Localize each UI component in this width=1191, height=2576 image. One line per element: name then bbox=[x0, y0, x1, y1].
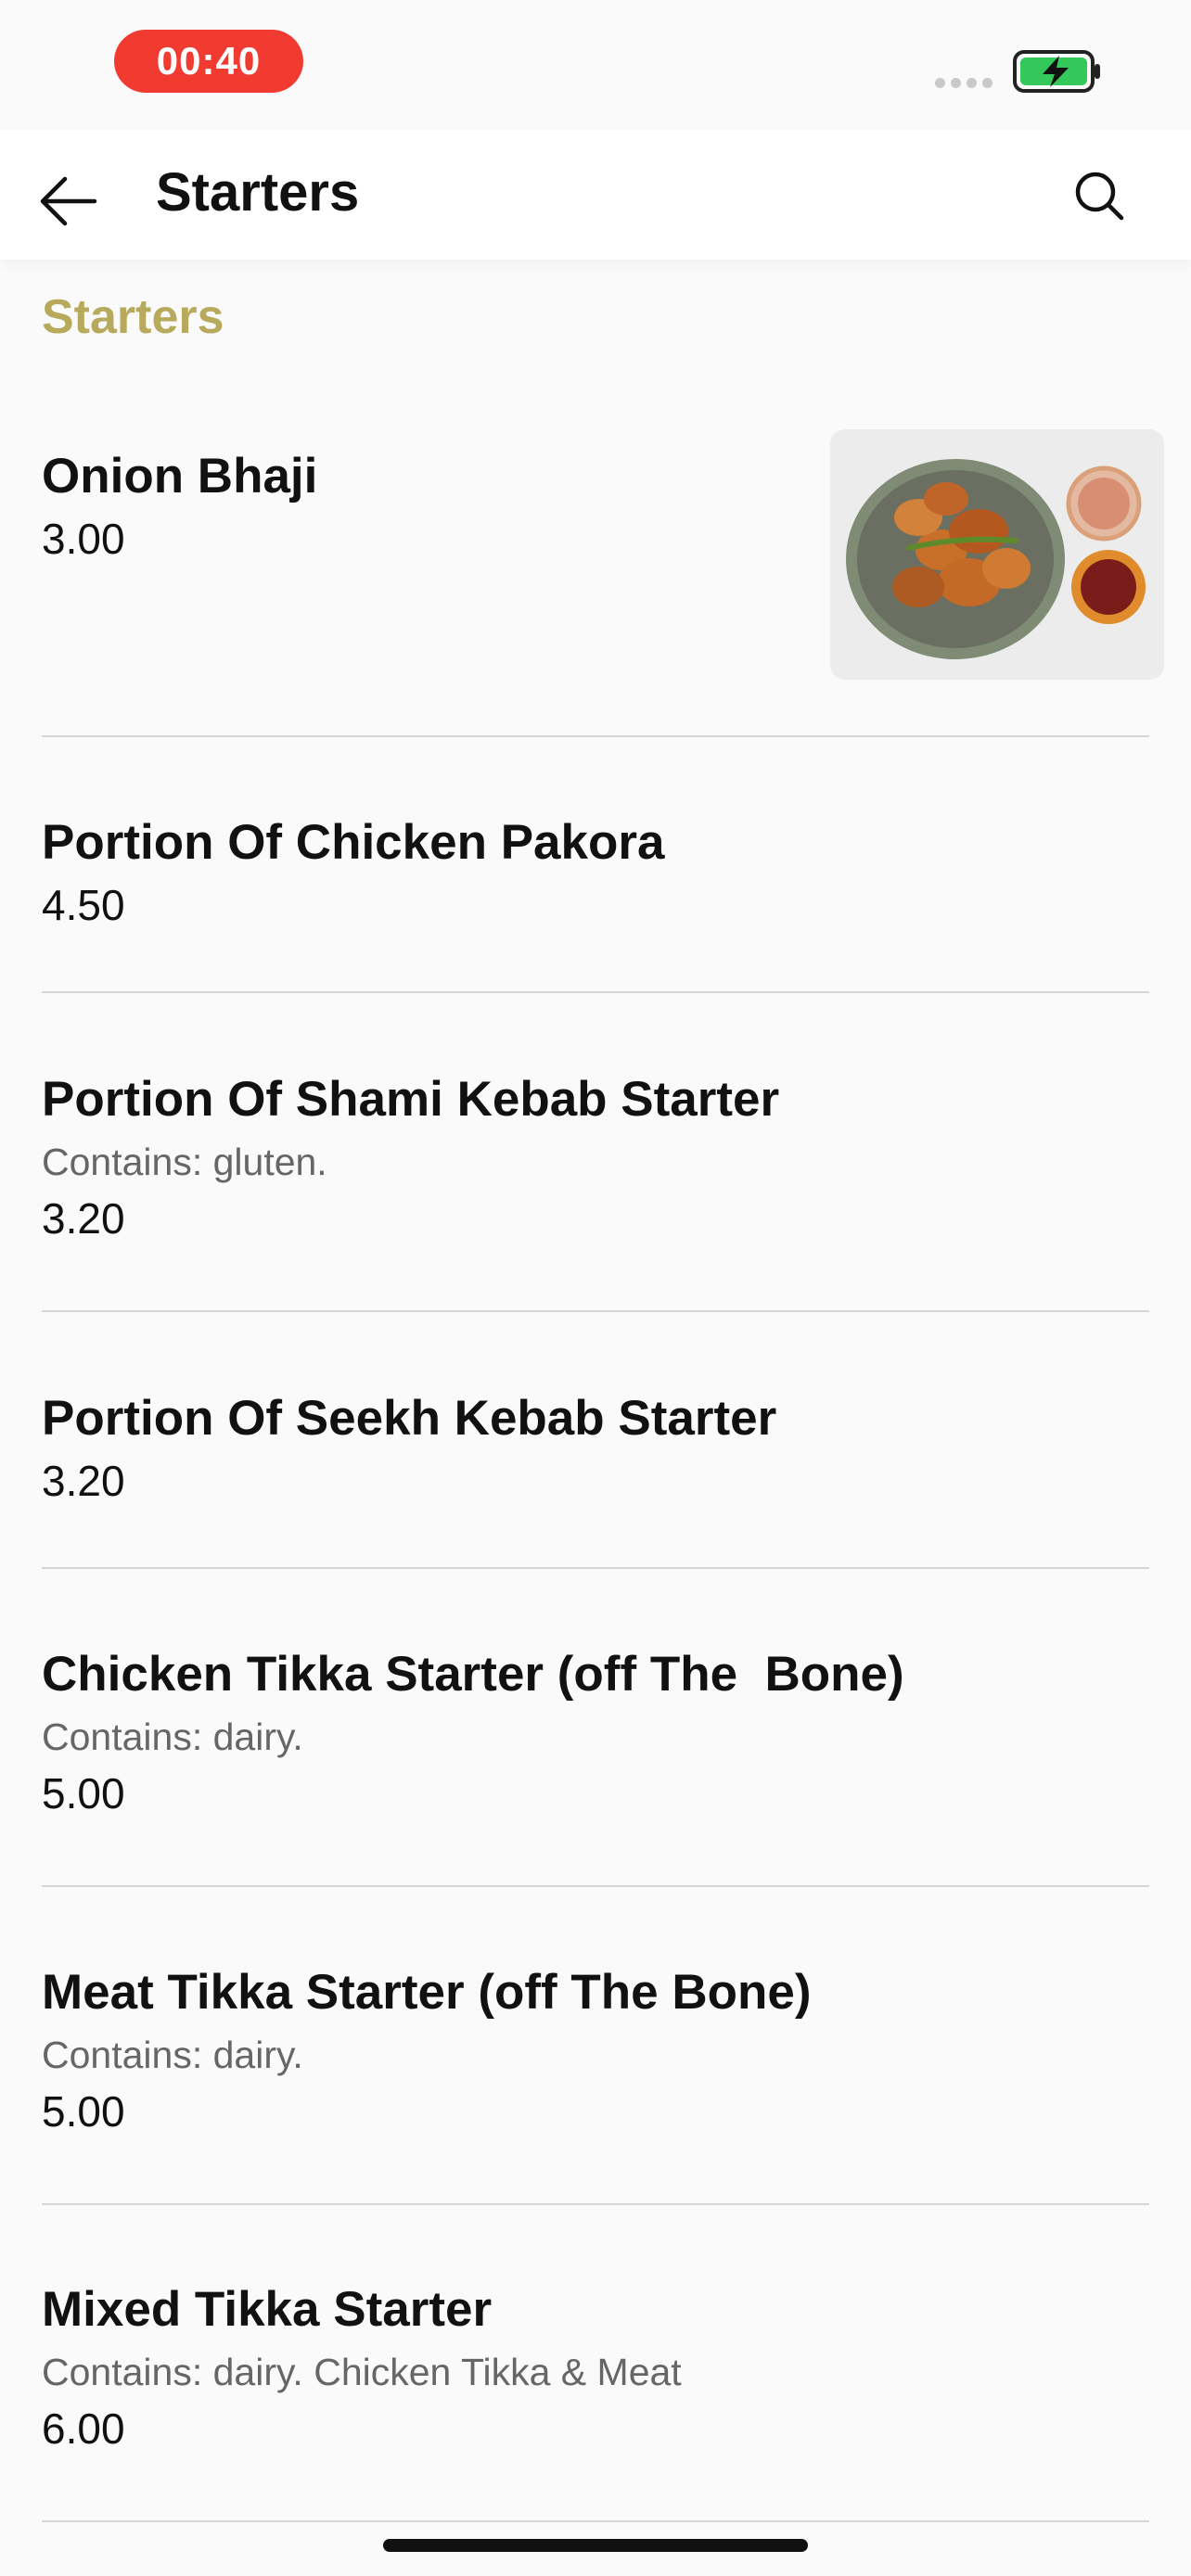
item-price: 6.00 bbox=[42, 2404, 125, 2453]
menu-item-shami-kebab[interactable]: Portion Of Shami Kebab Starter Contains:… bbox=[42, 1071, 1149, 1312]
item-name: Portion Of Seekh Kebab Starter bbox=[42, 1391, 777, 1446]
item-price: 5.00 bbox=[42, 1769, 125, 1817]
item-description: Contains: dairy. bbox=[42, 2034, 303, 2076]
menu-item-meat-tikka[interactable]: Meat Tikka Starter (off The Bone) Contai… bbox=[42, 1964, 1149, 2205]
item-price: 4.50 bbox=[42, 881, 125, 929]
home-indicator bbox=[383, 2539, 808, 2552]
section-title: Starters bbox=[42, 290, 224, 344]
status-bar: 00:40 bbox=[0, 0, 1191, 130]
item-description: Contains: dairy. Chicken Tikka & Meat bbox=[42, 2351, 682, 2393]
menu-item-chicken-tikka[interactable]: Chicken Tikka Starter (off The Bone) Con… bbox=[42, 1646, 1149, 1887]
item-description: Contains: dairy. bbox=[42, 1715, 303, 1758]
item-price: 3.20 bbox=[42, 1194, 125, 1243]
status-time: 00:40 bbox=[114, 30, 303, 93]
item-price: 5.00 bbox=[42, 2087, 125, 2136]
item-price: 3.20 bbox=[42, 1457, 125, 1505]
item-name: Portion Of Shami Kebab Starter bbox=[42, 1072, 780, 1127]
menu-item-chicken-pakora[interactable]: Portion Of Chicken Pakora 4.50 bbox=[42, 814, 1149, 993]
page-title: Starters bbox=[156, 162, 360, 223]
search-button[interactable] bbox=[1067, 163, 1132, 228]
arrow-left-icon bbox=[40, 176, 97, 226]
back-button[interactable] bbox=[37, 169, 102, 234]
item-name: Chicken Tikka Starter (off The Bone) bbox=[42, 1647, 904, 1702]
search-icon bbox=[1075, 172, 1124, 221]
item-image bbox=[830, 429, 1164, 680]
menu-item-onion-bhaji[interactable]: Onion Bhaji 3.00 bbox=[42, 429, 1164, 737]
top-app-bar: Starters bbox=[0, 130, 1191, 260]
item-name: Portion Of Chicken Pakora bbox=[42, 815, 665, 870]
item-name: Meat Tikka Starter (off The Bone) bbox=[42, 1965, 812, 2020]
menu-item-seekh-kebab[interactable]: Portion Of Seekh Kebab Starter 3.20 bbox=[42, 1390, 1149, 1569]
item-name: Mixed Tikka Starter bbox=[42, 2282, 493, 2337]
menu-item-mixed-tikka[interactable]: Mixed Tikka Starter Contains: dairy. Chi… bbox=[42, 2281, 1149, 2522]
item-description: Contains: gluten. bbox=[42, 1141, 327, 1183]
signal-icon bbox=[935, 78, 992, 88]
battery-icon bbox=[1013, 50, 1100, 93]
